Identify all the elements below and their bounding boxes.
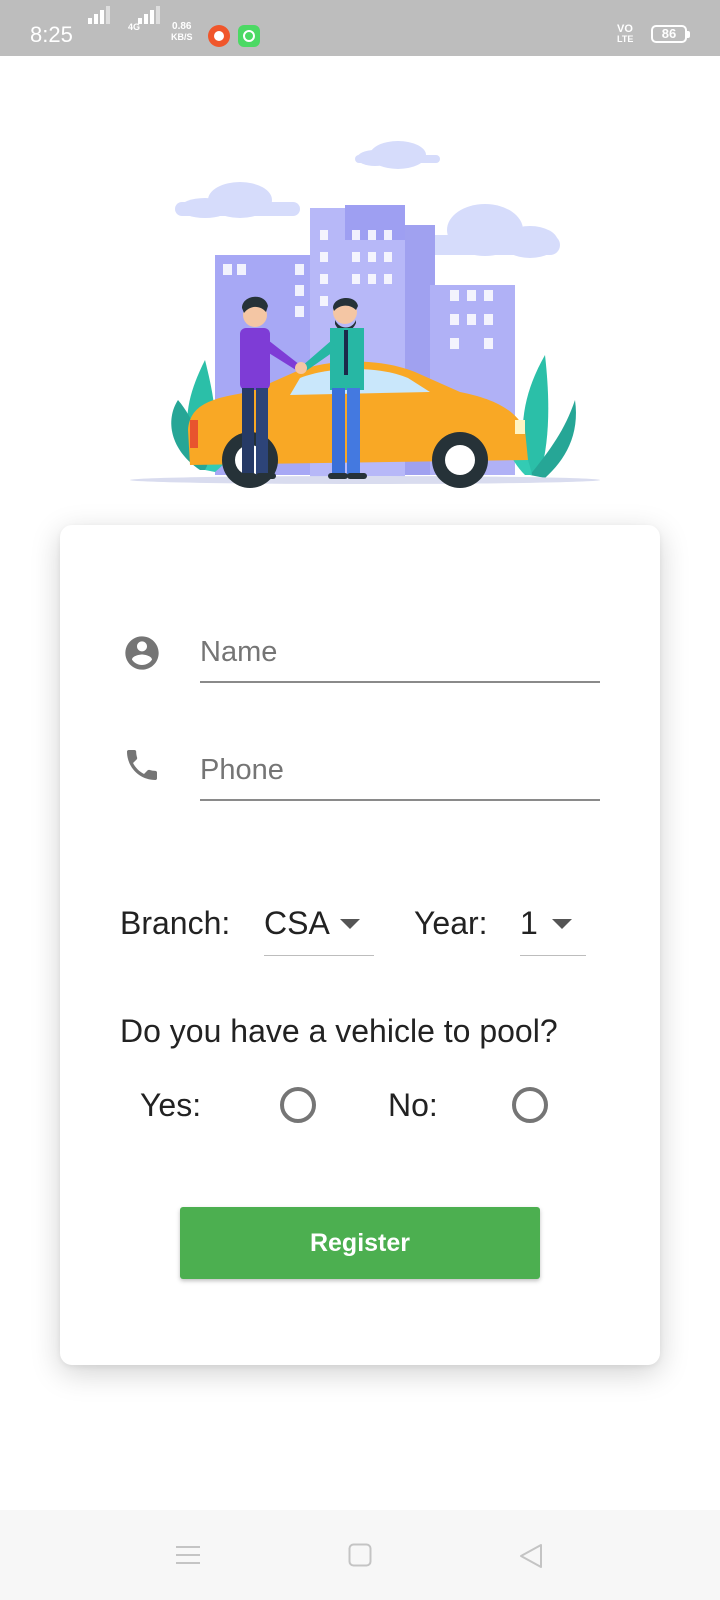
arrow-drop-down-icon [552, 919, 572, 929]
no-radio[interactable] [512, 1087, 548, 1123]
phone-input[interactable] [200, 741, 600, 801]
registration-screen: 8:25 4G 0.86 KB/S VO LTE 86 Name Phone B… [0, 0, 720, 1600]
square-home-icon[interactable] [348, 1543, 372, 1567]
status-bar: 8:25 4G 0.86 KB/S VO LTE 86 [0, 0, 720, 56]
arrow-drop-down-icon [340, 919, 360, 929]
network-speed: 0.86 KB/S [171, 21, 193, 43]
year-value: 1 [520, 905, 538, 941]
navigation-bar [0, 1510, 720, 1600]
battery-icon: 86 [651, 25, 690, 43]
year-dropdown[interactable]: 1 [520, 899, 586, 956]
account-circle-icon [125, 636, 159, 670]
branch-label: Branch: [120, 905, 231, 941]
triangle-back-icon[interactable] [518, 1543, 544, 1569]
carpool-illustration [130, 141, 600, 488]
volte-indicator: VO LTE [617, 23, 634, 45]
name-input[interactable] [200, 623, 600, 683]
yes-label: Yes: [140, 1087, 202, 1123]
yes-radio[interactable] [280, 1087, 316, 1123]
phone-icon [127, 750, 157, 780]
year-label: Year: [414, 905, 488, 941]
branch-value: CSA [264, 905, 330, 941]
battery-level: 86 [661, 26, 677, 41]
chat-app-icon [238, 25, 260, 47]
menu-icon[interactable] [175, 1543, 201, 1567]
phone-field [60, 733, 660, 813]
no-label: No: [388, 1087, 438, 1123]
vehicle-question: Do you have a vehicle to pool? [120, 1013, 558, 1049]
register-button[interactable]: Register [180, 1207, 540, 1279]
screen-recorder-icon [208, 25, 230, 47]
registration-card: Branch: CSA Year: 1 Do you have a vehicl… [60, 525, 660, 1365]
branch-dropdown[interactable]: CSA [264, 899, 374, 956]
name-field [60, 615, 660, 695]
status-time: 8:25 [30, 22, 73, 47]
